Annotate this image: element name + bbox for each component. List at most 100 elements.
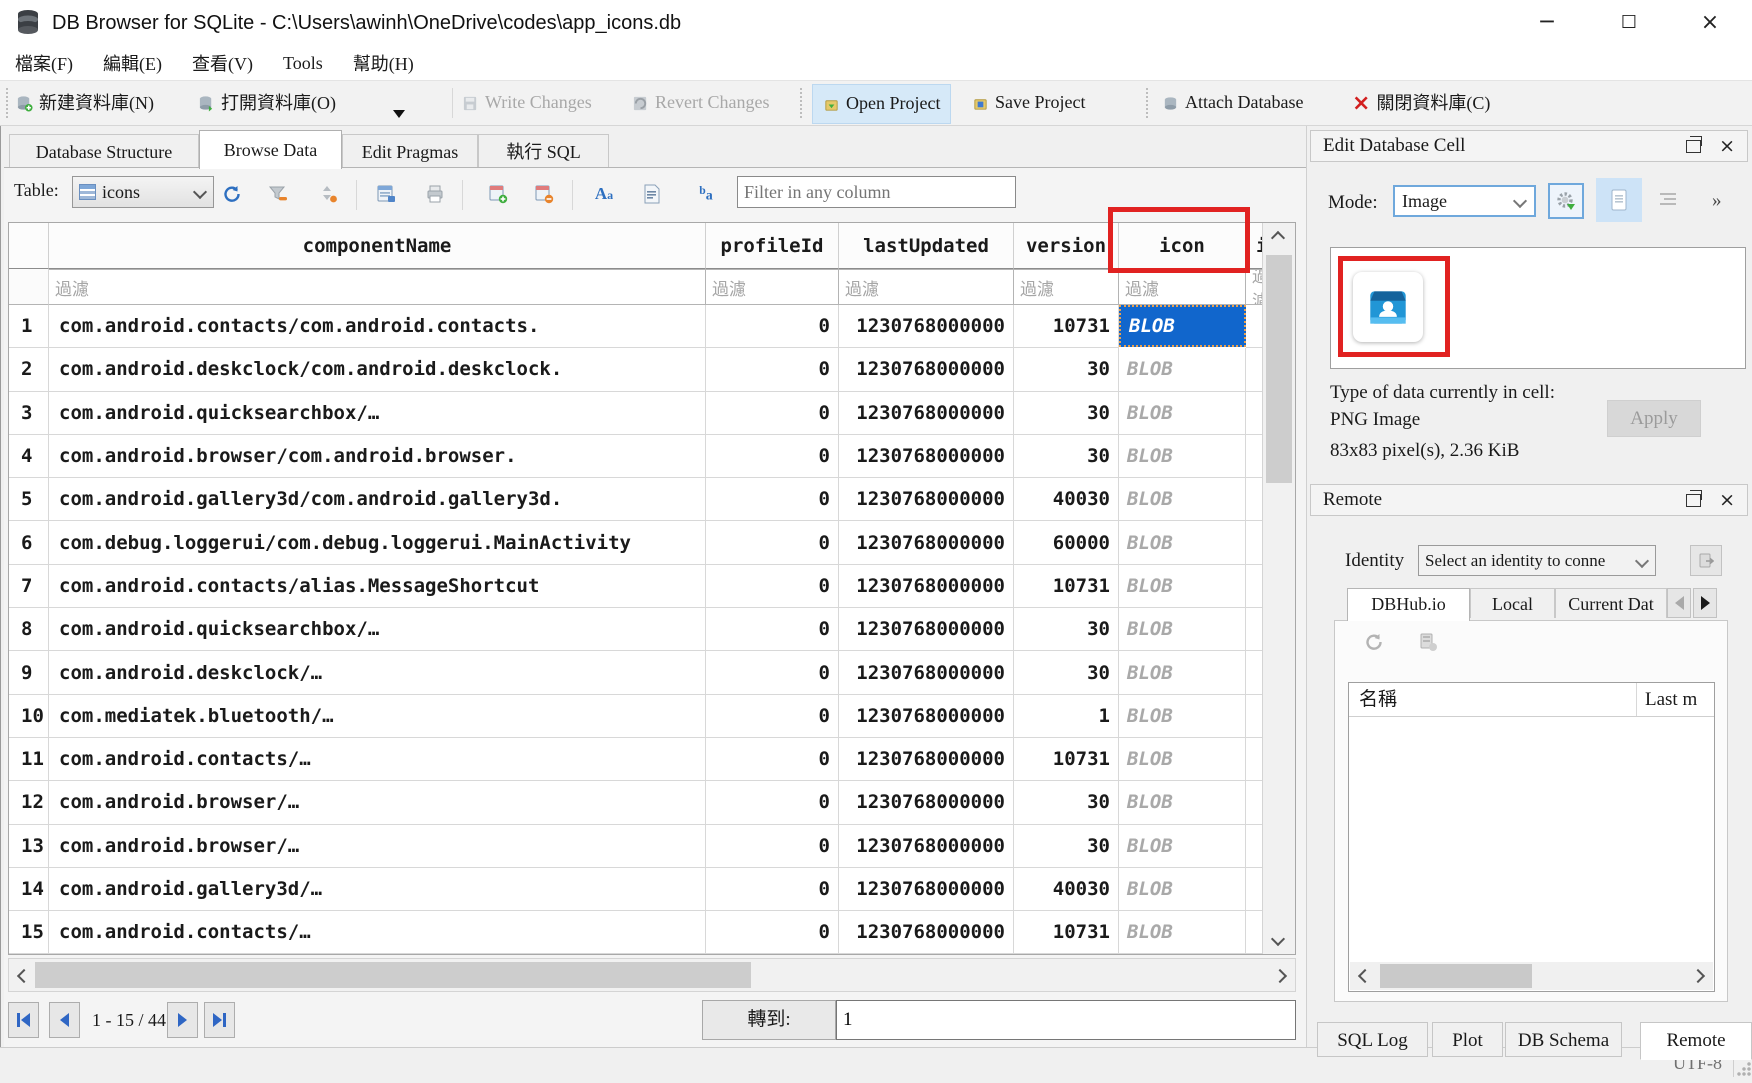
new-database-button[interactable]: 新建資料庫(N) [16,84,154,122]
revert-changes-button[interactable]: Revert Changes [632,84,769,122]
icon-blob-cell[interactable]: BLOB [1119,565,1246,608]
remote-clone-database-button[interactable] [1418,632,1438,657]
icon-blob-cell[interactable]: BLOB [1119,608,1246,651]
remote-scrollbar-thumb[interactable] [1380,964,1532,988]
tab-scroll-left-button[interactable] [1667,588,1691,618]
corner-header[interactable] [9,223,49,269]
previous-page-button[interactable] [49,1002,80,1038]
clipped-cell[interactable] [1246,738,1262,781]
componentName-cell[interactable]: com.android.contacts/com.android.contact… [49,305,706,348]
open-database-dropdown-arrow[interactable] [393,110,405,118]
clipped-cell[interactable] [1246,435,1262,478]
version-cell[interactable]: 40030 [1014,868,1119,911]
float-dock-icon[interactable] [1686,494,1701,507]
clipped-cell[interactable] [1246,911,1262,954]
tab-sql-log[interactable]: SQL Log [1317,1022,1428,1057]
icon-blob-cell[interactable]: BLOB [1119,695,1246,738]
menu-file[interactable]: 檔案(F) [0,50,88,76]
row-number-cell[interactable]: 9 [9,651,49,694]
componentName-cell[interactable]: com.android.contacts/… [49,738,706,781]
open-project-button[interactable]: Open Project [812,84,951,124]
row-number-cell[interactable]: 11 [9,738,49,781]
filter-any-column-input[interactable] [737,176,1016,208]
tab-edit-pragmas[interactable]: Edit Pragmas [342,134,478,168]
lastUpdated-cell[interactable]: 1230768000000 [839,651,1014,694]
icon-blob-cell[interactable]: BLOB [1119,521,1246,564]
version-cell[interactable]: 10731 [1014,565,1119,608]
row-number-cell[interactable]: 13 [9,825,49,868]
profileId-cell[interactable]: 0 [706,738,839,781]
menu-view[interactable]: 查看(V) [177,50,268,76]
toolbar-extension-icon[interactable]: » [1712,190,1720,212]
tab-execute-sql[interactable]: 執行 SQL [478,134,609,168]
lastUpdated-cell[interactable]: 1230768000000 [839,781,1014,824]
table-combobox[interactable]: icons [72,176,214,208]
row-number-cell[interactable]: 1 [9,305,49,348]
row-number-cell[interactable]: 6 [9,521,49,564]
profileId-cell[interactable]: 0 [706,392,839,435]
import-data-button[interactable] [1548,183,1584,219]
componentName-cell[interactable]: com.android.browser/… [49,825,706,868]
mode-combobox[interactable]: Image [1393,185,1536,217]
icon-blob-cell[interactable]: BLOB [1119,348,1246,391]
clipped-cell[interactable] [1246,392,1262,435]
icon-blob-cell[interactable]: BLOB [1119,305,1246,347]
first-page-button[interactable] [8,1002,39,1038]
clipped-cell[interactable] [1246,521,1262,564]
remote-column-last-modified[interactable]: Last m [1637,683,1697,716]
version-cell[interactable]: 1 [1014,695,1119,738]
componentName-cell[interactable]: com.android.contacts/alias.MessageShortc… [49,565,706,608]
filter-cell[interactable]: 過濾 [1014,269,1119,305]
float-dock-icon[interactable] [1686,140,1701,153]
insert-record-button[interactable] [486,182,510,206]
remote-tab-local[interactable]: Local [1470,588,1555,618]
delete-record-button[interactable] [532,182,556,206]
icon-blob-cell[interactable]: BLOB [1119,781,1246,824]
profileId-cell[interactable]: 0 [706,521,839,564]
save-table-button[interactable] [374,182,398,206]
tab-plot[interactable]: Plot [1432,1022,1503,1057]
refresh-button[interactable] [220,182,244,206]
profileId-cell[interactable]: 0 [706,911,839,954]
componentName-cell[interactable]: com.android.contacts/… [49,911,706,954]
menu-help[interactable]: 幫助(H) [338,50,429,76]
font-settings-button[interactable]: Aa [592,182,616,206]
row-number-cell[interactable]: 5 [9,478,49,521]
close-dock-icon[interactable]: × [1719,137,1735,156]
profileId-cell[interactable]: 0 [706,305,839,348]
clipped-cell[interactable] [1246,348,1262,391]
icon-blob-cell[interactable]: BLOB [1119,868,1246,911]
apply-button[interactable]: Apply [1607,400,1701,437]
tab-remote[interactable]: Remote [1640,1022,1752,1060]
menu-edit[interactable]: 編輯(E) [88,50,177,76]
row-number-cell[interactable]: 8 [9,608,49,651]
filter-cell[interactable]: 過濾 [1246,269,1262,305]
row-number-cell[interactable]: 3 [9,392,49,435]
horizontal-scrollbar-thumb[interactable] [35,962,751,988]
attach-database-button[interactable]: Attach Database [1162,84,1303,122]
version-cell[interactable]: 30 [1014,435,1119,478]
clipped-cell[interactable] [1246,651,1262,694]
maximize-button[interactable]: ☐ [1605,0,1653,46]
clipped-cell[interactable] [1246,781,1262,824]
profileId-cell[interactable]: 0 [706,781,839,824]
clipped-cell[interactable] [1246,608,1262,651]
version-cell[interactable]: 10731 [1014,738,1119,781]
lastUpdated-cell[interactable]: 1230768000000 [839,695,1014,738]
vertical-scrollbar[interactable] [1262,223,1295,954]
lastUpdated-cell[interactable]: 1230768000000 [839,868,1014,911]
close-database-button[interactable]: × 關閉資料庫(C) [1352,84,1490,122]
column-header-profileId[interactable]: profileId [706,223,839,269]
lastUpdated-cell[interactable]: 1230768000000 [839,392,1014,435]
remote-tab-current-database[interactable]: Current Dat [1555,588,1667,618]
text-mode-button[interactable] [1596,178,1642,222]
row-number-cell[interactable]: 14 [9,868,49,911]
icon-blob-cell[interactable]: BLOB [1119,478,1246,521]
profileId-cell[interactable]: 0 [706,868,839,911]
write-changes-button[interactable]: Write Changes [462,84,592,122]
version-cell[interactable]: 60000 [1014,521,1119,564]
clipped-cell[interactable] [1246,565,1262,608]
tab-database-structure[interactable]: Database Structure [9,134,199,168]
clipped-cell[interactable] [1246,695,1262,738]
componentName-cell[interactable]: com.android.gallery3d/com.android.galler… [49,478,706,521]
